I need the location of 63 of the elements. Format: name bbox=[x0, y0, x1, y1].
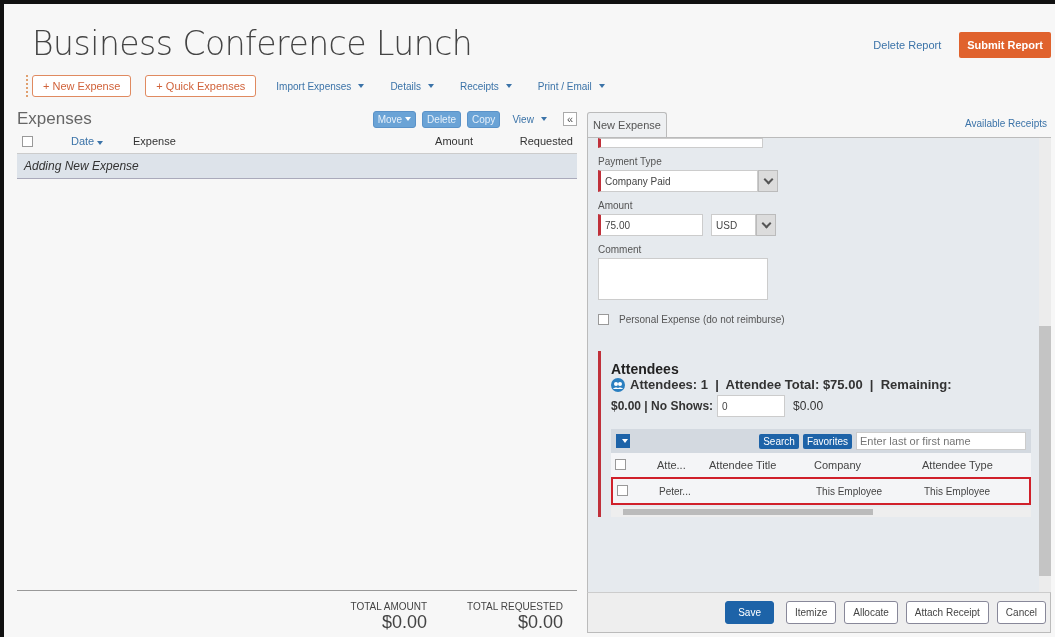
currency-select[interactable]: USD bbox=[711, 214, 756, 236]
report-title: Business Conference Lunch bbox=[32, 24, 473, 63]
text-field[interactable] bbox=[598, 138, 763, 148]
dropdown-button[interactable] bbox=[616, 434, 630, 448]
row-checkbox[interactable] bbox=[617, 484, 628, 496]
column-header: Attendee Type bbox=[921, 459, 994, 471]
select-all-checkbox[interactable] bbox=[615, 458, 626, 470]
footer-button[interactable]: Allocate bbox=[844, 601, 898, 624]
remaining-text: $0.00 | No Shows: bbox=[611, 399, 714, 413]
personal-expense-checkbox[interactable] bbox=[598, 314, 609, 325]
comment-field[interactable] bbox=[598, 258, 768, 300]
attendee-row[interactable]: Peter... This Employee This Employee bbox=[611, 477, 1031, 505]
total-label: TOTAL AMOUNT bbox=[350, 601, 428, 612]
dropdown-button[interactable] bbox=[758, 170, 778, 192]
no-show-amount: $0.00 bbox=[793, 399, 824, 413]
expense-row[interactable]: Adding New Expense bbox=[17, 154, 577, 179]
field-label: Payment Type bbox=[598, 156, 663, 167]
people-icon bbox=[611, 377, 625, 392]
column-header: Expense bbox=[133, 135, 177, 147]
vertical-scrollbar[interactable] bbox=[1039, 138, 1051, 592]
footer-button[interactable]: Attach Receipt bbox=[905, 601, 989, 624]
column-header[interactable]: Date bbox=[33, 135, 133, 147]
column-header: Attendee Title bbox=[708, 459, 778, 471]
table-cell: This Employee bbox=[816, 485, 883, 497]
detail-tab[interactable]: New Expense bbox=[587, 112, 667, 137]
column-header: Amount bbox=[434, 135, 473, 147]
toolbar-menu[interactable]: Details bbox=[384, 80, 440, 92]
table-cell: Peter... bbox=[659, 485, 691, 497]
horizontal-scrollbar[interactable] bbox=[611, 507, 1031, 517]
expenses-heading: Expenses bbox=[17, 109, 92, 129]
toolbar-button[interactable]: + New Expense bbox=[32, 75, 132, 97]
amount-field[interactable]: 75.00 bbox=[598, 214, 703, 236]
dropdown-button[interactable] bbox=[756, 214, 776, 236]
toolbar-button[interactable]: + Quick Expenses bbox=[145, 75, 257, 97]
total-label: TOTAL REQUESTED bbox=[467, 601, 563, 612]
collapse-button[interactable]: « bbox=[562, 112, 577, 126]
field-label: Comment bbox=[598, 244, 643, 255]
total-value: $0.00 bbox=[382, 612, 428, 633]
column-header: Requested bbox=[518, 135, 574, 147]
column-header: Atte... bbox=[656, 459, 687, 471]
footer-button[interactable]: Cancel bbox=[996, 601, 1046, 624]
select-all-checkbox[interactable] bbox=[22, 135, 33, 147]
payment-type-select[interactable]: Company Paid bbox=[598, 170, 758, 192]
total-value: $0.00 bbox=[517, 612, 563, 633]
search-button[interactable]: Search bbox=[759, 433, 799, 449]
footer-button[interactable]: Itemize bbox=[786, 601, 837, 624]
favorites-button[interactable]: Favorites bbox=[802, 433, 852, 449]
attendees-heading: Attendees bbox=[611, 361, 680, 377]
submit-report-button[interactable]: Submit Report bbox=[959, 32, 1051, 58]
toolbar-menu[interactable]: Print / Email bbox=[531, 80, 611, 92]
field-label: Amount bbox=[598, 200, 634, 211]
attendee-summary: Attendees: 1 | Attendee Total: $75.00 | Remaining: bbox=[630, 377, 952, 392]
footer-button[interactable]: Save bbox=[725, 601, 774, 624]
table-cell: This Employee bbox=[924, 485, 991, 497]
delete-report-link[interactable]: Delete Report bbox=[873, 39, 942, 51]
available-receipts-link[interactable]: Available Receipts bbox=[964, 118, 1051, 137]
attendee-search-field[interactable]: Enter last or first name bbox=[856, 432, 1026, 450]
no-shows-field[interactable]: 0 bbox=[717, 395, 786, 417]
view-menu[interactable]: View bbox=[506, 113, 553, 125]
column-header: Company bbox=[813, 459, 863, 471]
checkbox-label: Personal Expense (do not reimburse) bbox=[619, 314, 785, 325]
toolbar-menu[interactable]: Receipts bbox=[453, 80, 518, 92]
toolbar-menu[interactable]: Import Expenses bbox=[270, 80, 371, 92]
